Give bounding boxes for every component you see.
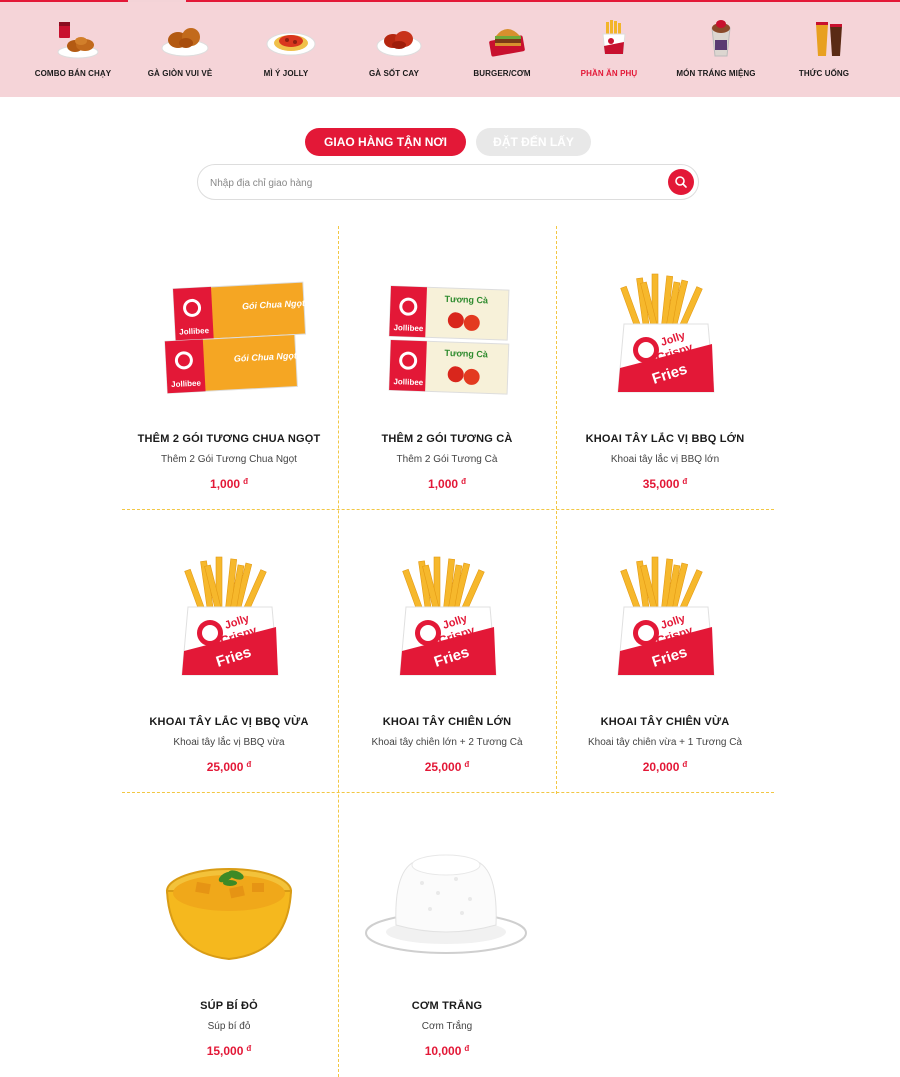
product-name[interactable]: THÊM 2 GÓI TƯƠNG CÀ — [338, 433, 556, 445]
white-rice-image — [365, 854, 527, 954]
currency-symbol: đ — [243, 477, 248, 486]
category-spicy-chicken[interactable]: GÀ SỐT CAY — [338, 2, 450, 97]
product-name[interactable]: THÊM 2 GÓI TƯƠNG CHUA NGỌT — [120, 433, 338, 445]
category-label: MÓN TRÁNG MIỆNG — [676, 69, 756, 78]
delivery-button[interactable]: GIAO HÀNG TẬN NƠI — [305, 128, 466, 156]
product-card[interactable]: Jolly Crispy Fries KHOAI TÂY CHIÊN LỚN K… — [338, 515, 556, 785]
spicy-chicken-icon — [376, 31, 422, 57]
product-description: Cơm Trắng — [421, 1021, 473, 1032]
product-description: Súp bí đỏ — [207, 1021, 251, 1032]
spaghetti-icon — [266, 32, 316, 56]
category-drinks[interactable]: THỨC UỐNG — [768, 2, 880, 97]
address-search-input[interactable] — [210, 173, 650, 193]
category-label: GÀ SỐT CAY — [368, 69, 420, 78]
drinks-icon — [816, 22, 842, 56]
product-card[interactable]: SÚP BÍ ĐỎ Súp bí đỏ 15,000 đ — [120, 799, 338, 1069]
currency-symbol: đ — [464, 760, 470, 769]
currency-symbol: đ — [246, 760, 252, 769]
packet-label: Tương Cà — [444, 294, 489, 306]
product-name[interactable]: SÚP BÍ ĐỎ — [120, 1000, 338, 1012]
product-name[interactable]: KHOAI TÂY LẮC VỊ BBQ LỚN — [556, 433, 774, 445]
combo-meal-icon — [57, 22, 99, 59]
product-price: 15,000 đ — [206, 1044, 252, 1058]
product-price: 25,000 đ — [206, 760, 252, 774]
product-description: Khoai tây lắc vị BBQ vừa — [173, 737, 285, 748]
product-card[interactable]: Jolly Crispy Fries KHOAI TÂY LẮC VỊ BBQ … — [120, 515, 338, 785]
category-desserts[interactable]: MÓN TRÁNG MIỆNG — [660, 2, 772, 97]
pumpkin-soup-image — [165, 868, 293, 961]
category-label: PHẦN ĂN PHỤ — [580, 69, 638, 78]
product-card[interactable]: Jolly Crispy Fries KHOAI TÂY LẮC VỊ BBQ … — [556, 232, 774, 502]
product-price: 35,000 đ — [642, 477, 688, 491]
product-card[interactable]: CƠM TRẮNG Cơm Trắng 10,000 đ — [338, 799, 556, 1069]
product-description: Khoai tây chiên lớn + 2 Tương Cà — [371, 737, 523, 748]
category-label: MÌ Ý JOLLY — [263, 69, 309, 78]
product-name[interactable]: KHOAI TÂY CHIÊN LỚN — [338, 716, 556, 728]
pickup-button[interactable]: ĐẶT ĐẾN LẤY — [476, 128, 591, 156]
product-description: Thêm 2 Gói Tương Chua Ngọt — [161, 454, 297, 465]
sweet-sour-sauce-packets-image: Jollibee Gói Chua Ngọt Jollibee Gói Chua… — [164, 281, 306, 394]
product-description: Khoai tây lắc vị BBQ lớn — [610, 454, 720, 465]
currency-symbol: đ — [464, 1044, 470, 1053]
product-price: 1,000 đ — [428, 477, 466, 491]
product-description: Thêm 2 Gói Tương Cà — [396, 454, 498, 465]
category-side-dishes[interactable]: PHẦN ĂN PHỤ — [553, 2, 665, 97]
fries-image: Jolly Crispy Fries — [181, 556, 279, 676]
address-search-bar — [197, 164, 699, 200]
category-label: THỨC UỐNG — [798, 69, 850, 78]
grid-divider — [122, 792, 774, 793]
search-icon — [675, 176, 687, 188]
category-crispy-chicken[interactable]: GÀ GIÒN VUI VẺ — [124, 2, 236, 97]
product-description: Khoai tây chiên vừa + 1 Tương Cà — [587, 737, 742, 748]
product-name[interactable]: KHOAI TÂY LẮC VỊ BBQ VỪA — [120, 716, 338, 728]
fried-chicken-icon — [161, 28, 209, 57]
product-name[interactable]: CƠM TRẮNG — [338, 1000, 556, 1012]
ketchup-packets-image: Jollibee Tương Cà Jollibee Tương Cà — [388, 285, 510, 395]
grid-divider — [122, 509, 774, 510]
currency-symbol: đ — [461, 477, 466, 486]
category-label: GÀ GIÒN VUI VẺ — [147, 69, 213, 78]
currency-symbol: đ — [682, 477, 688, 486]
fries-image: Jolly Crispy Fries — [617, 273, 715, 393]
product-price: 20,000 đ — [642, 760, 688, 774]
product-price: 10,000 đ — [424, 1044, 470, 1058]
category-nav: COMBO BÁN CHẠY GÀ GIÒN VUI VẺ MÌ Ý JOLLY… — [0, 2, 900, 97]
fries-image: Jolly Crispy Fries — [617, 556, 715, 676]
category-combo[interactable]: COMBO BÁN CHẠY — [17, 2, 129, 97]
category-burger-rice[interactable]: BURGER/CƠM — [446, 2, 558, 97]
currency-symbol: đ — [682, 760, 688, 769]
product-card[interactable]: Jollibee Tương Cà Jollibee Tương Cà THÊM… — [338, 232, 556, 502]
search-button[interactable] — [668, 169, 694, 195]
product-price: 1,000 đ — [210, 477, 248, 491]
category-label: COMBO BÁN CHẠY — [34, 69, 112, 78]
packet-brand: Jollibee — [393, 323, 424, 333]
packet-brand: Jollibee — [171, 378, 202, 389]
product-card[interactable]: Jolly Crispy Fries KHOAI TÂY CHIÊN VỪA K… — [556, 515, 774, 785]
fries-icon — [602, 20, 626, 55]
product-name[interactable]: KHOAI TÂY CHIÊN VỪA — [556, 716, 774, 728]
product-price: 25,000 đ — [424, 760, 470, 774]
product-card[interactable]: Jollibee Gói Chua Ngọt Jollibee Gói Chua… — [120, 232, 338, 502]
category-spaghetti[interactable]: MÌ Ý JOLLY — [230, 2, 342, 97]
packet-brand: Jollibee — [393, 377, 424, 387]
packet-brand: Jollibee — [179, 326, 210, 337]
burger-icon — [489, 29, 525, 57]
fries-image: Jolly Crispy Fries — [399, 556, 497, 676]
currency-symbol: đ — [246, 1044, 252, 1053]
packet-label: Tương Cà — [444, 348, 489, 360]
category-label: BURGER/CƠM — [473, 69, 531, 78]
dessert-icon — [711, 20, 731, 57]
